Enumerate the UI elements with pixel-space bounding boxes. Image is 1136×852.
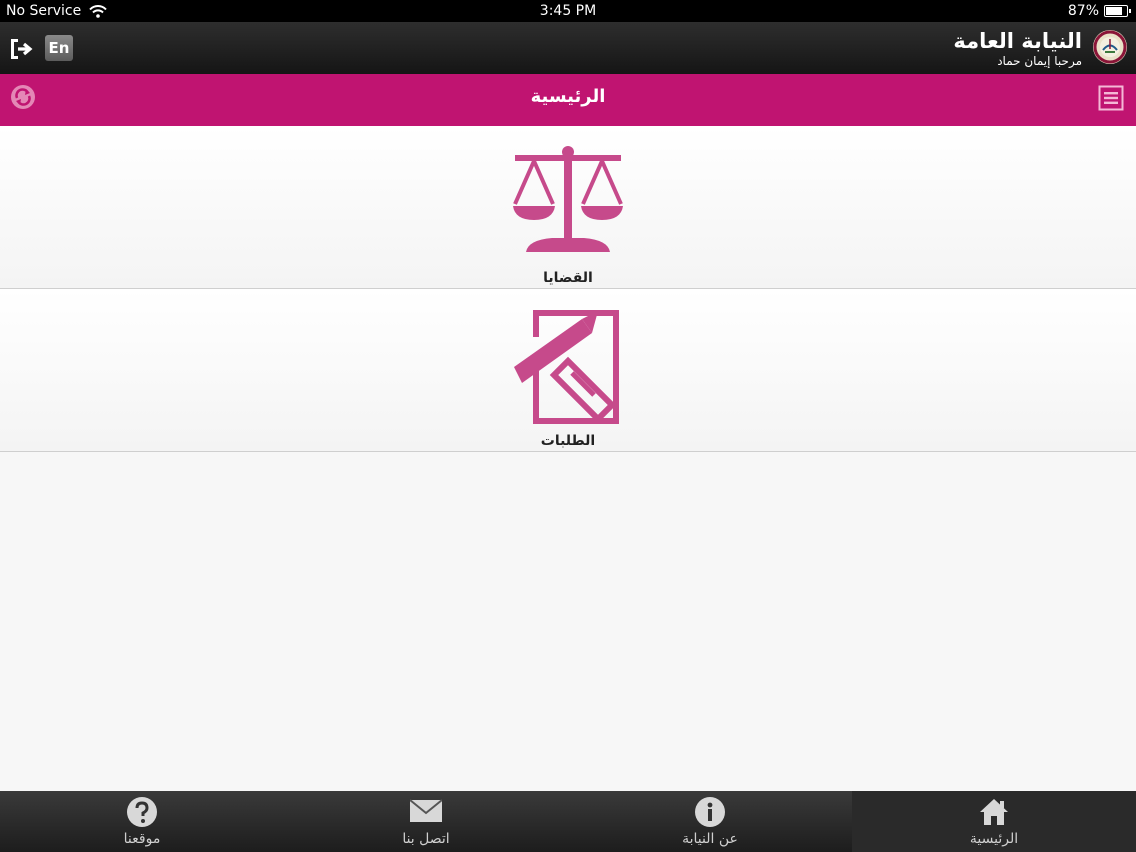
tab-label-home: الرئيسية	[969, 831, 1019, 847]
battery-percent: 87%	[1067, 3, 1099, 19]
list-item-cases[interactable]: القضايا	[0, 126, 1136, 289]
envelope-icon	[410, 799, 442, 822]
main-menu-list: القضايا الطلبات	[0, 126, 1136, 452]
tab-home[interactable]: الرئيسية	[852, 791, 1136, 852]
home-icon	[980, 799, 1008, 825]
tab-label-about: عن النيابة	[682, 831, 738, 847]
question-icon	[127, 797, 157, 827]
battery-icon	[1104, 5, 1131, 17]
tab-label-contact: اتصل بنا	[402, 831, 450, 847]
language-toggle-button[interactable]: En	[45, 35, 73, 61]
app-title: النيابة العامة	[953, 29, 1082, 53]
state-emblem-icon	[1093, 30, 1127, 64]
title-bar: الرئيسية	[0, 74, 1136, 126]
menu-icon[interactable]	[1098, 85, 1124, 111]
scales-icon	[513, 146, 623, 252]
app-header: En النيابة العامة مرحبا إيمان حماد	[0, 22, 1136, 74]
page-title: الرئيسية	[530, 86, 606, 107]
clock: 3:45 PM	[539, 3, 597, 19]
logout-icon[interactable]	[8, 36, 34, 62]
document-pen-icon	[514, 310, 619, 424]
item-label-cases: القضايا	[543, 270, 593, 286]
tab-about[interactable]: عن النيابة	[568, 791, 852, 852]
tab-location[interactable]: موقعنا	[0, 791, 284, 852]
tab-bar: موقعنا اتصل بنا عن النيابة الرئيسية	[0, 791, 1136, 852]
item-label-requests: الطلبات	[540, 433, 596, 449]
list-item-requests[interactable]: الطلبات	[0, 289, 1136, 452]
status-bar: No Service 3:45 PM 87%	[0, 0, 1136, 22]
tab-label-location: موقعنا	[123, 831, 161, 847]
info-icon	[695, 797, 725, 827]
brand: النيابة العامة مرحبا إيمان حماد	[953, 28, 1082, 68]
tab-contact[interactable]: اتصل بنا	[284, 791, 568, 852]
welcome-text: مرحبا إيمان حماد	[997, 54, 1082, 68]
